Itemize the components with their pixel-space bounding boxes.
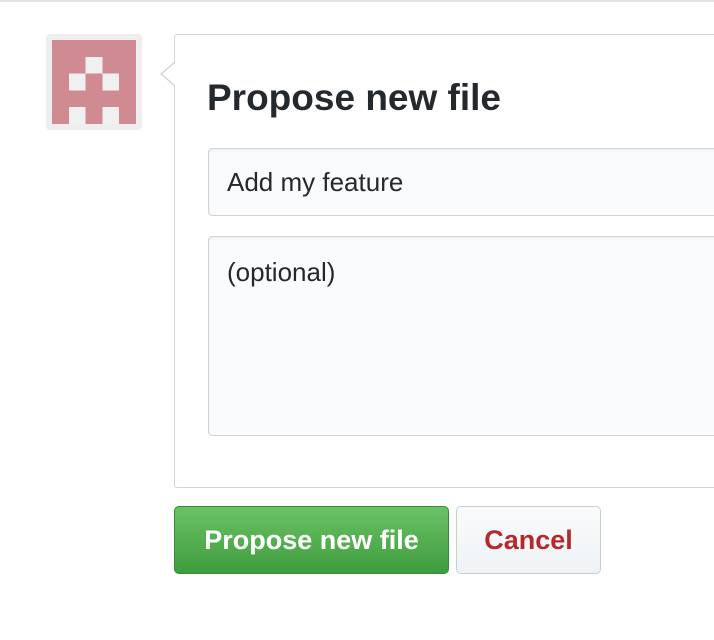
panel-title: Propose new file xyxy=(207,77,502,118)
page: Propose new file Propose new file Cancel xyxy=(0,0,714,640)
commit-description-textarea[interactable] xyxy=(208,236,714,436)
commit-summary-input[interactable] xyxy=(208,148,714,216)
cancel-button[interactable]: Cancel xyxy=(456,506,601,574)
top-divider xyxy=(0,0,714,2)
avatar[interactable] xyxy=(46,34,142,130)
propose-new-file-button[interactable]: Propose new file xyxy=(174,506,449,574)
identicon-avatar-icon xyxy=(52,40,136,124)
panel-pointer-inner xyxy=(162,63,175,85)
